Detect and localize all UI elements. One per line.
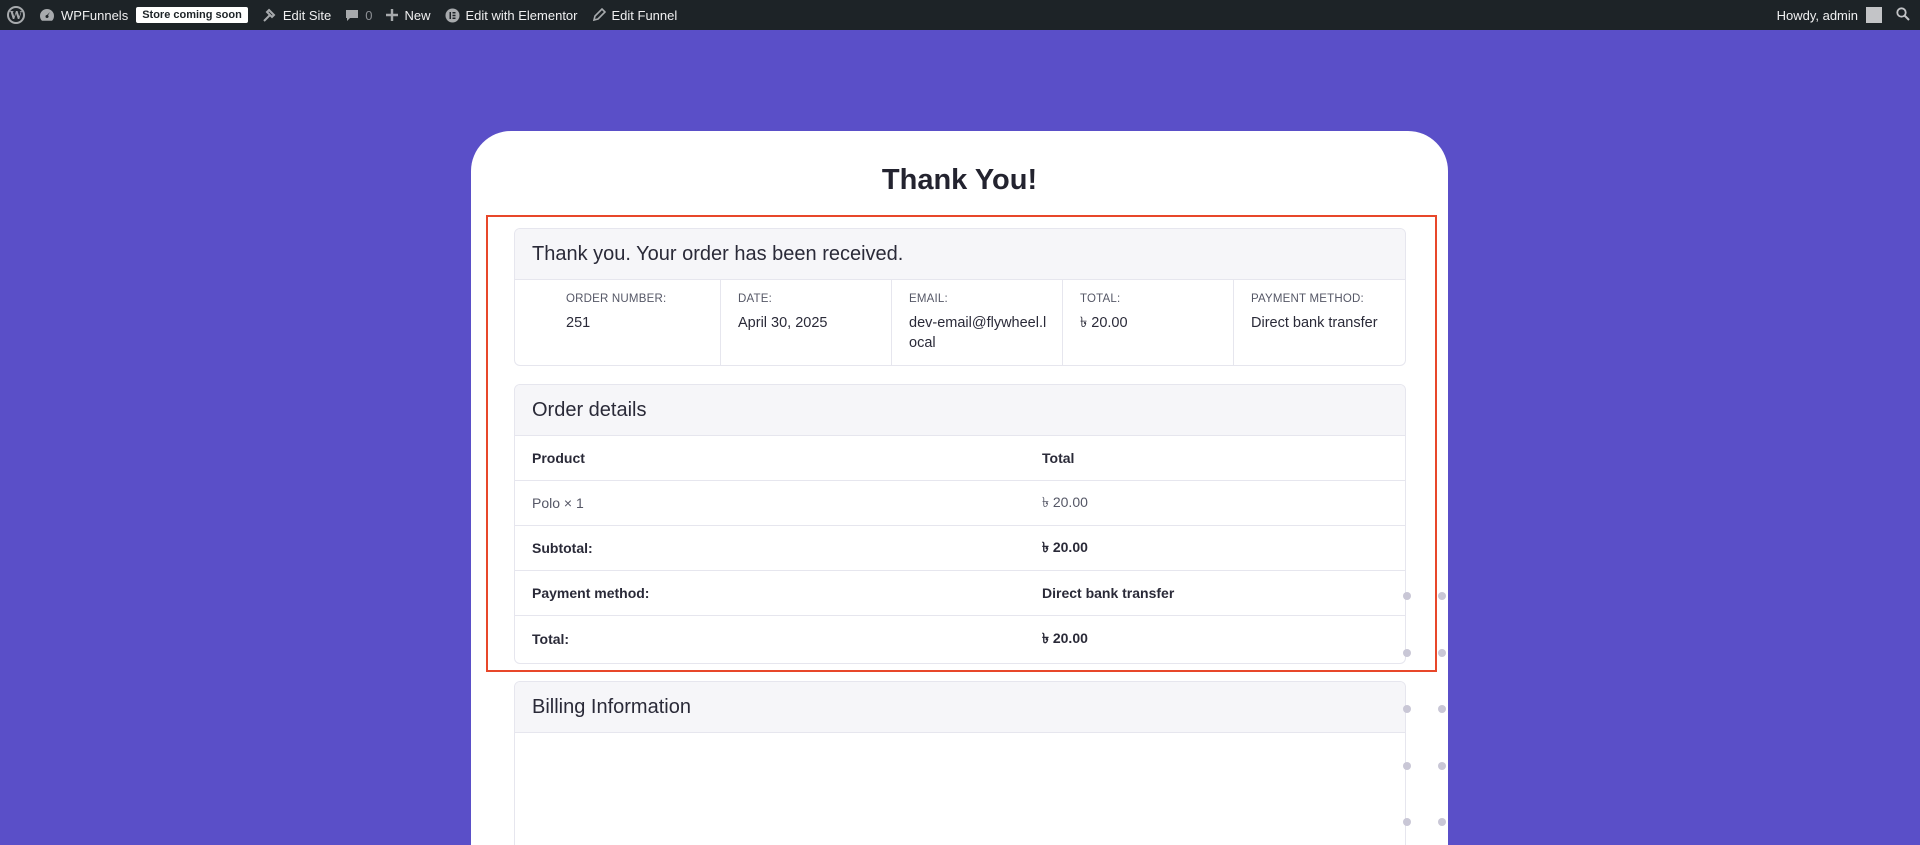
hammer-icon bbox=[262, 8, 277, 23]
order-email-label: EMAIL: bbox=[909, 293, 948, 305]
subtotal-row: Subtotal: ৳ 20.00 bbox=[515, 526, 1405, 571]
edit-site-label: Edit Site bbox=[282, 7, 332, 23]
pencil-icon bbox=[592, 8, 606, 22]
store-coming-soon-badge[interactable]: Store coming soon bbox=[136, 7, 248, 23]
search-button[interactable] bbox=[1889, 0, 1920, 30]
decorative-dot bbox=[1438, 592, 1446, 600]
payment-row-label: Payment method: bbox=[532, 585, 650, 601]
decorative-dot bbox=[1403, 649, 1411, 657]
payment-row-value: Direct bank transfer bbox=[1042, 585, 1175, 601]
total-column-header: Total bbox=[1042, 450, 1075, 466]
decorative-dot bbox=[1438, 762, 1446, 770]
edit-site-link[interactable]: Edit Site bbox=[255, 0, 338, 30]
order-received-panel: Thank you. Your order has been received.… bbox=[514, 228, 1406, 366]
new-content-link[interactable]: New bbox=[379, 0, 437, 30]
billing-information-panel: Billing Information bbox=[514, 681, 1406, 845]
product-name: Polo × 1 bbox=[532, 495, 584, 511]
comments-count: 0 bbox=[365, 7, 373, 23]
order-received-heading: Thank you. Your order has been received. bbox=[515, 229, 1405, 280]
order-details-panel: Order details Product Total Polo × 1 ৳ 2… bbox=[514, 384, 1406, 664]
site-name: WPFunnels bbox=[61, 7, 129, 23]
table-header-row: Product Total bbox=[515, 436, 1405, 481]
decorative-dot bbox=[1438, 818, 1446, 826]
product-column-header: Product bbox=[532, 450, 585, 466]
order-number-cell: ORDER NUMBER: 251 bbox=[515, 280, 721, 365]
order-email-value: dev-email@flywheel.local bbox=[909, 315, 1047, 351]
order-overview: ORDER NUMBER: 251 DATE: April 30, 2025 E… bbox=[515, 280, 1405, 365]
my-account-menu[interactable]: Howdy, admin bbox=[1770, 0, 1889, 30]
decorative-dot bbox=[1403, 762, 1411, 770]
decorative-dot bbox=[1403, 705, 1411, 713]
elementor-icon bbox=[445, 8, 460, 23]
order-number-value: 251 bbox=[566, 315, 591, 331]
total-label: Total: bbox=[532, 630, 570, 647]
elementor-label: Edit with Elementor bbox=[465, 7, 578, 23]
payment-method-value: Direct bank transfer bbox=[1251, 315, 1378, 331]
payment-method-label: PAYMENT METHOD: bbox=[1251, 293, 1364, 305]
dashboard-icon bbox=[39, 8, 55, 22]
order-email-cell: EMAIL: dev-email@flywheel.local bbox=[892, 280, 1063, 365]
edit-funnel-label: Edit Funnel bbox=[611, 7, 678, 23]
order-total-label: TOTAL: bbox=[1080, 293, 1121, 305]
avatar bbox=[1866, 7, 1882, 23]
decorative-dot bbox=[1438, 705, 1446, 713]
order-details-heading: Order details bbox=[515, 385, 1405, 436]
subtotal-label: Subtotal: bbox=[532, 540, 593, 556]
order-date-value: April 30, 2025 bbox=[738, 315, 828, 331]
total-row: Total: ৳ 20.00 bbox=[515, 616, 1405, 661]
edit-funnel-link[interactable]: Edit Funnel bbox=[585, 0, 685, 30]
subtotal-value: ৳ 20.00 bbox=[1042, 539, 1088, 555]
table-row: Polo × 1 ৳ 20.00 bbox=[515, 481, 1405, 526]
plus-icon bbox=[386, 9, 399, 21]
total-value: ৳ 20.00 bbox=[1042, 629, 1088, 646]
search-icon bbox=[1896, 6, 1910, 24]
decorative-dot bbox=[1403, 592, 1411, 600]
edit-with-elementor-link[interactable]: Edit with Elementor bbox=[438, 0, 585, 30]
wordpress-menu[interactable]: W bbox=[0, 0, 32, 30]
site-name-link[interactable]: WPFunnels Store coming soon bbox=[32, 0, 255, 30]
product-total: ৳ 20.00 bbox=[1042, 494, 1088, 510]
admin-bar: W WPFunnels Store coming soon Edit Site … bbox=[0, 0, 1920, 30]
comments-link[interactable]: 0 bbox=[338, 0, 379, 30]
order-total-value: ৳ 20.00 bbox=[1080, 315, 1128, 331]
order-date-cell: DATE: April 30, 2025 bbox=[721, 280, 892, 365]
decorative-dot bbox=[1403, 818, 1411, 826]
order-date-label: DATE: bbox=[738, 293, 773, 305]
billing-heading: Billing Information bbox=[515, 682, 1405, 733]
order-number-label: ORDER NUMBER: bbox=[566, 293, 667, 305]
wordpress-logo-icon: W bbox=[7, 6, 25, 24]
payment-method-cell: PAYMENT METHOD: Direct bank transfer bbox=[1234, 280, 1405, 365]
comment-icon bbox=[345, 9, 359, 22]
new-label: New bbox=[404, 7, 431, 23]
payment-method-row: Payment method: Direct bank transfer bbox=[515, 571, 1405, 616]
order-total-cell: TOTAL: ৳ 20.00 bbox=[1063, 280, 1234, 365]
decorative-dot bbox=[1438, 649, 1446, 657]
page-title: Thank You! bbox=[881, 164, 1038, 196]
howdy-label: Howdy, admin bbox=[1776, 7, 1858, 23]
